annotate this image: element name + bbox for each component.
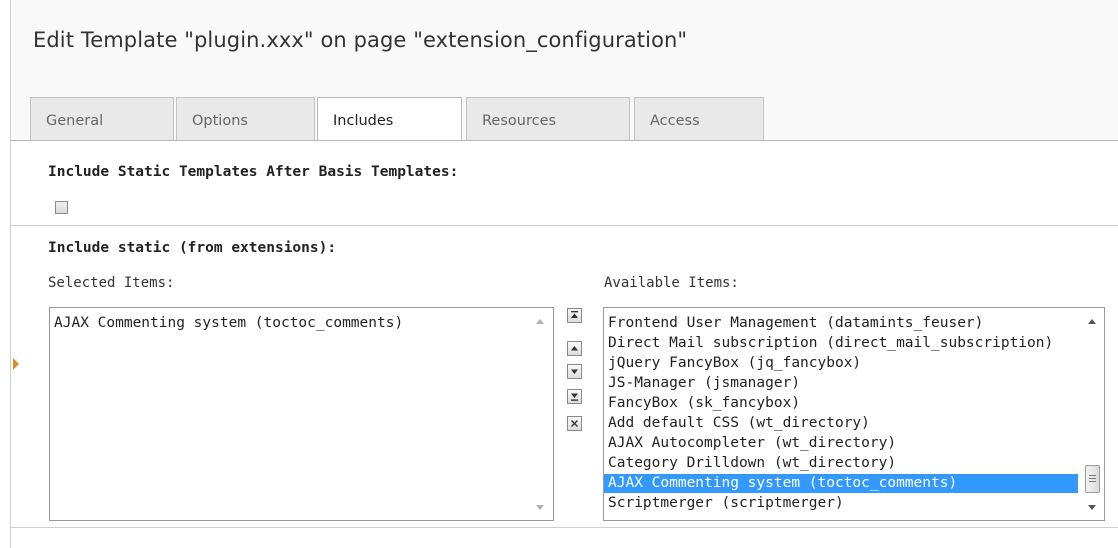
page: Edit Template "plugin.xxx" on page "exte… [0, 0, 1118, 548]
move-down-icon [571, 369, 578, 374]
tab-options[interactable]: Options [176, 97, 315, 140]
bottom-divider [10, 527, 1118, 528]
move-to-bottom-icon [571, 393, 578, 401]
available-list-item[interactable]: jQuery FancyBox (jq_fancybox) [608, 354, 861, 373]
selected-items-label: Selected Items: [48, 275, 175, 291]
page-title: Edit Template "plugin.xxx" on page "exte… [33, 28, 688, 52]
available-list-item[interactable]: Direct Mail subscription (direct_mail_su… [608, 334, 1053, 353]
scroll-up-icon[interactable] [1088, 319, 1096, 324]
section-divider [10, 225, 1118, 226]
available-list-item[interactable]: Category Drilldown (wt_directory) [608, 454, 896, 473]
tab-includes[interactable]: Includes [317, 97, 462, 141]
move-to-bottom-button[interactable] [567, 389, 582, 404]
move-down-button[interactable] [567, 364, 582, 379]
tab-access[interactable]: Access [634, 97, 764, 140]
move-to-top-button[interactable] [567, 308, 582, 323]
available-list-item[interactable]: Frontend User Management (datamints_feus… [608, 314, 983, 333]
selected-list-scrollbar[interactable] [532, 308, 550, 520]
tab-general[interactable]: General [30, 97, 174, 140]
remove-button[interactable] [567, 416, 582, 431]
move-up-button[interactable] [567, 341, 582, 356]
selected-list-item[interactable]: AJAX Commenting system (toctoc_comments) [54, 314, 403, 333]
available-list-item-selected[interactable]: AJAX Commenting system (toctoc_comments) [604, 474, 1078, 493]
include-static-after-basis-checkbox[interactable] [55, 201, 68, 214]
scroll-down-icon[interactable] [536, 505, 544, 510]
remove-icon [571, 420, 578, 427]
available-list-scrollbar[interactable] [1084, 308, 1102, 520]
available-items-label: Available Items: [604, 275, 739, 291]
selected-items-list[interactable]: AJAX Commenting system (toctoc_comments) [49, 307, 554, 521]
tab-resources[interactable]: Resources [466, 97, 630, 140]
scroll-up-icon[interactable] [536, 319, 544, 324]
include-static-title: Include static (from extensions): [48, 240, 337, 256]
include-static-after-basis-title: Include Static Templates After Basis Tem… [48, 164, 459, 180]
scroll-down-icon[interactable] [1088, 505, 1096, 510]
scrollbar-thumb[interactable] [1085, 465, 1100, 493]
move-up-icon [571, 346, 578, 351]
header-panel: Edit Template "plugin.xxx" on page "exte… [10, 0, 1118, 97]
available-list-item[interactable]: JS-Manager (jsmanager) [608, 374, 800, 393]
field-marker [13, 358, 19, 370]
tab-bar: General Options Includes Resources Acces… [10, 97, 1118, 141]
available-list-item[interactable]: Add default CSS (wt_directory) [608, 414, 870, 433]
available-list-item[interactable]: AJAX Autocompleter (wt_directory) [608, 434, 896, 453]
available-list-item[interactable]: FancyBox (sk_fancybox) [608, 394, 800, 413]
available-list-item[interactable]: Scriptmerger (scriptmerger) [608, 494, 844, 513]
move-to-top-icon [571, 311, 578, 318]
available-items-list[interactable]: Frontend User Management (datamints_feus… [603, 307, 1105, 521]
